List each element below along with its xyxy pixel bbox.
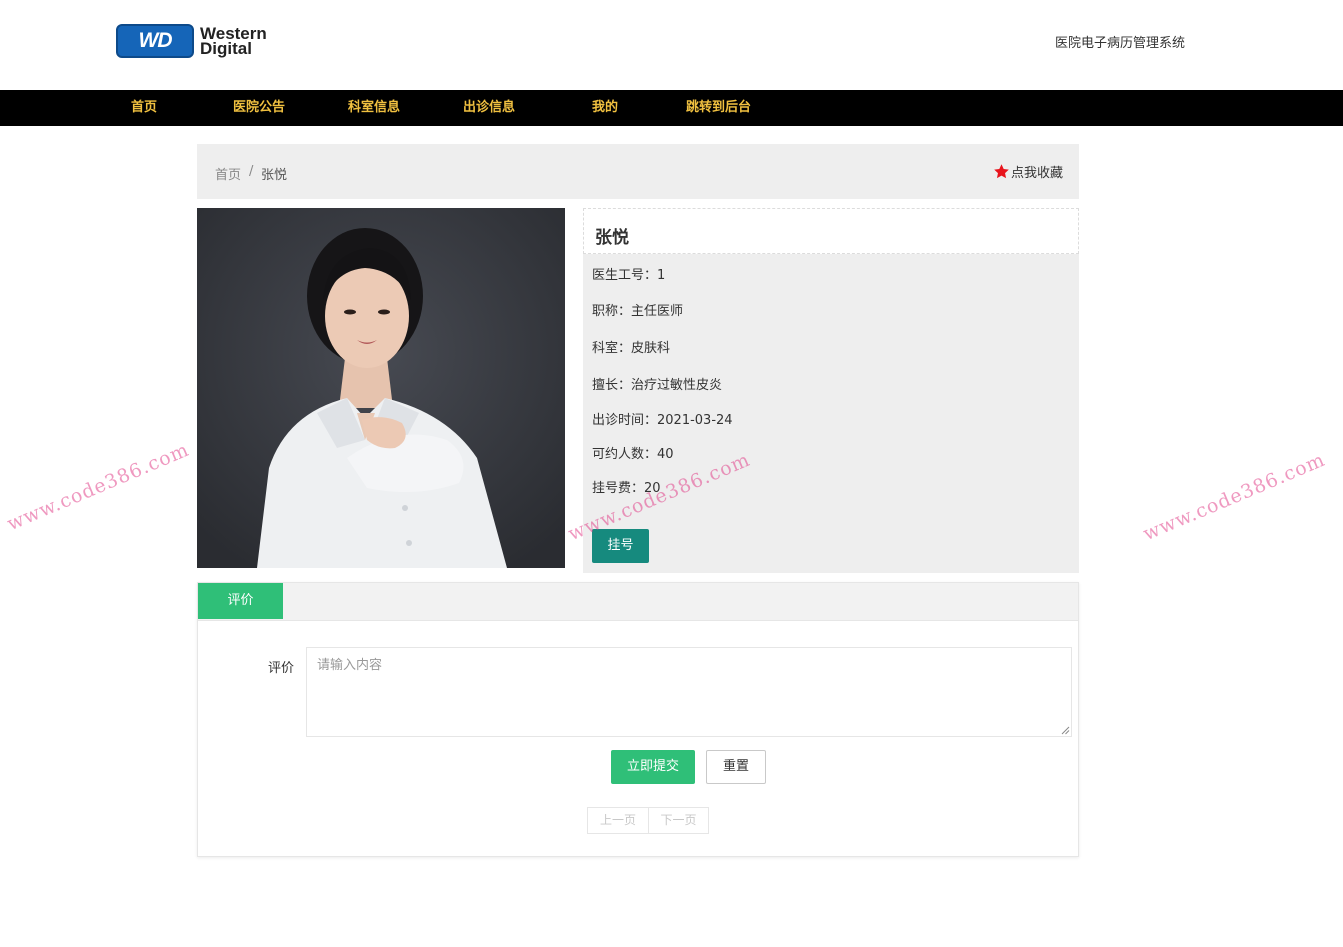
nav-item-announcements[interactable]: 医院公告 <box>233 90 285 126</box>
info-label-specialty: 擅长： <box>592 378 632 393</box>
nav-item-admin[interactable]: 跳转到后台 <box>686 90 751 126</box>
info-value-specialty: 治疗过敏性皮炎 <box>631 378 723 393</box>
info-value-fee: 20 <box>644 481 661 496</box>
breadcrumb: 首页 / 张悦 点我收藏 <box>197 144 1079 199</box>
info-value-schedule: 2021-03-24 <box>657 413 733 428</box>
star-icon <box>994 164 1009 179</box>
info-label-capacity: 可约人数： <box>592 447 658 462</box>
doctor-name-header: 张悦 <box>583 208 1079 254</box>
nav-item-schedule[interactable]: 出诊信息 <box>463 90 515 126</box>
review-card: 评价 评价 立即提交 重置 上一页 下一页 <box>197 582 1079 857</box>
system-title: 医院电子病历管理系统 <box>1055 36 1186 51</box>
prev-page-button[interactable]: 上一页 <box>588 808 648 833</box>
logo-words: Western Digital <box>200 25 267 58</box>
next-page-button[interactable]: 下一页 <box>648 808 708 833</box>
review-input[interactable] <box>306 647 1072 737</box>
doctor-name: 张悦 <box>595 228 629 248</box>
info-value-id: 1 <box>657 268 666 283</box>
watermark-left: www.code386.com <box>4 438 193 536</box>
info-row-fee: 挂号费：20 <box>592 477 661 496</box>
info-row-schedule: 出诊时间：2021-03-24 <box>592 409 733 428</box>
favorite-button[interactable]: 点我收藏 <box>993 162 1063 181</box>
favorite-label: 点我收藏 <box>1010 166 1063 181</box>
page: WD Western Digital 医院电子病历管理系统 首页 医院公告 科室… <box>0 0 1343 947</box>
logo[interactable]: WD Western Digital <box>116 24 267 58</box>
breadcrumb-home[interactable]: 首页 <box>215 164 241 183</box>
book-appointment-button[interactable]: 挂号 <box>592 529 649 563</box>
nav-item-departments[interactable]: 科室信息 <box>348 90 400 126</box>
nav-item-mine[interactable]: 我的 <box>592 90 618 126</box>
info-label-department: 科室： <box>592 341 632 356</box>
doctor-portrait <box>197 208 565 568</box>
info-row-department: 科室：皮肤科 <box>592 337 670 356</box>
logo-line2: Digital <box>200 39 252 58</box>
resize-handle-icon[interactable] <box>1060 725 1070 735</box>
info-value-department: 皮肤科 <box>631 341 671 356</box>
breadcrumb-separator: / <box>249 164 254 179</box>
header: WD Western Digital 医院电子病历管理系统 <box>0 0 1343 90</box>
info-label-id: 医生工号： <box>592 268 658 283</box>
info-label-fee: 挂号费： <box>592 481 645 496</box>
nav-item-home[interactable]: 首页 <box>131 90 157 126</box>
doctor-info-panel: 张悦 医生工号：1 职称：主任医师 科室：皮肤科 擅长：治疗过敏性皮炎 出诊时间… <box>583 208 1079 573</box>
tab-review[interactable]: 评价 <box>198 583 283 619</box>
info-label-schedule: 出诊时间： <box>592 413 658 428</box>
pagination: 上一页 下一页 <box>587 807 709 834</box>
main-nav: 首页 医院公告 科室信息 出诊信息 我的 跳转到后台 <box>0 90 1343 126</box>
info-row-specialty: 擅长：治疗过敏性皮炎 <box>592 374 722 393</box>
watermark-right: www.code386.com <box>1140 448 1329 546</box>
info-row-title: 职称：主任医师 <box>592 300 683 319</box>
info-label-title: 职称： <box>592 304 632 319</box>
info-value-capacity: 40 <box>657 447 674 462</box>
reset-button[interactable]: 重置 <box>706 750 766 784</box>
info-row-id: 医生工号：1 <box>592 264 665 283</box>
breadcrumb-current: 张悦 <box>261 168 288 183</box>
submit-button[interactable]: 立即提交 <box>611 750 695 784</box>
info-value-title: 主任医师 <box>631 304 684 319</box>
logo-mark: WD <box>116 24 194 58</box>
info-row-capacity: 可约人数：40 <box>592 443 674 462</box>
review-tab-bar: 评价 <box>198 583 1078 621</box>
review-field-label: 评价 <box>268 661 295 676</box>
doctor-photo <box>197 208 565 568</box>
